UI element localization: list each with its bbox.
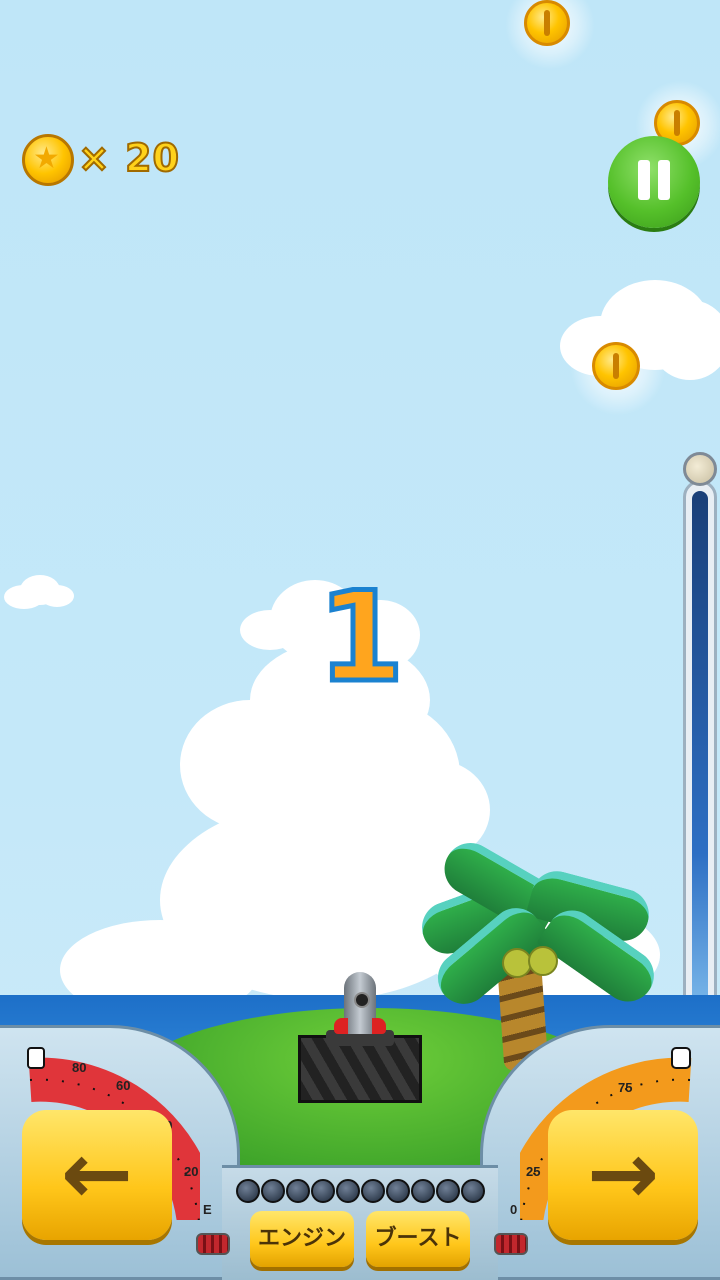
game-stage: ★ × 20 1 80 60 20 E 75 25 0 ← → エンジン ブース… [0, 0, 720, 1280]
fuel-tick-empty: E [203, 1202, 212, 1217]
control-dashboard: 80 60 40 20 E 75 50 25 0 ← → [0, 1025, 720, 1280]
moon-icon [683, 452, 717, 486]
right-arrow-icon: → [586, 1124, 660, 1224]
altitude-gauge [683, 480, 717, 1020]
shield-warning-light [494, 1233, 528, 1255]
led-light [361, 1179, 385, 1203]
led-light [286, 1179, 310, 1203]
fuel-tick-80: 80 [72, 1060, 87, 1075]
fuel-tick-60: 60 [116, 1078, 131, 1093]
coin [524, 0, 570, 46]
led-light [336, 1179, 360, 1203]
pause-icon [638, 160, 650, 200]
led-light [261, 1179, 285, 1203]
fuel-tick-20: 20 [184, 1164, 199, 1179]
coin-counter: ★ × 20 [22, 134, 182, 190]
led-light [411, 1179, 435, 1203]
left-arrow-icon: ← [60, 1124, 134, 1224]
coin-count: × 20 [77, 135, 180, 181]
countdown-number: 1 [315, 566, 406, 711]
engine-off-button[interactable]: エンジンOFF [250, 1211, 354, 1267]
led-indicator-row [236, 1175, 486, 1205]
pause-button[interactable] [608, 136, 700, 228]
move-right-button[interactable]: → [548, 1110, 698, 1240]
led-light [386, 1179, 410, 1203]
move-left-button[interactable]: ← [22, 1110, 172, 1240]
led-light [311, 1179, 335, 1203]
led-light [436, 1179, 460, 1203]
shield-tick-75: 75 [618, 1080, 633, 1095]
fuel-pump-icon [27, 1047, 45, 1069]
shield-icon [671, 1047, 691, 1069]
shield-tick-25: 25 [526, 1164, 541, 1179]
shield-tick-0: 0 [510, 1202, 518, 1217]
led-light [461, 1179, 485, 1203]
led-light [236, 1179, 260, 1203]
fuel-warning-light [196, 1233, 230, 1255]
coin [592, 342, 640, 390]
star-coin-icon: ★ [22, 134, 74, 186]
boost-button[interactable]: ブースト [366, 1211, 470, 1267]
